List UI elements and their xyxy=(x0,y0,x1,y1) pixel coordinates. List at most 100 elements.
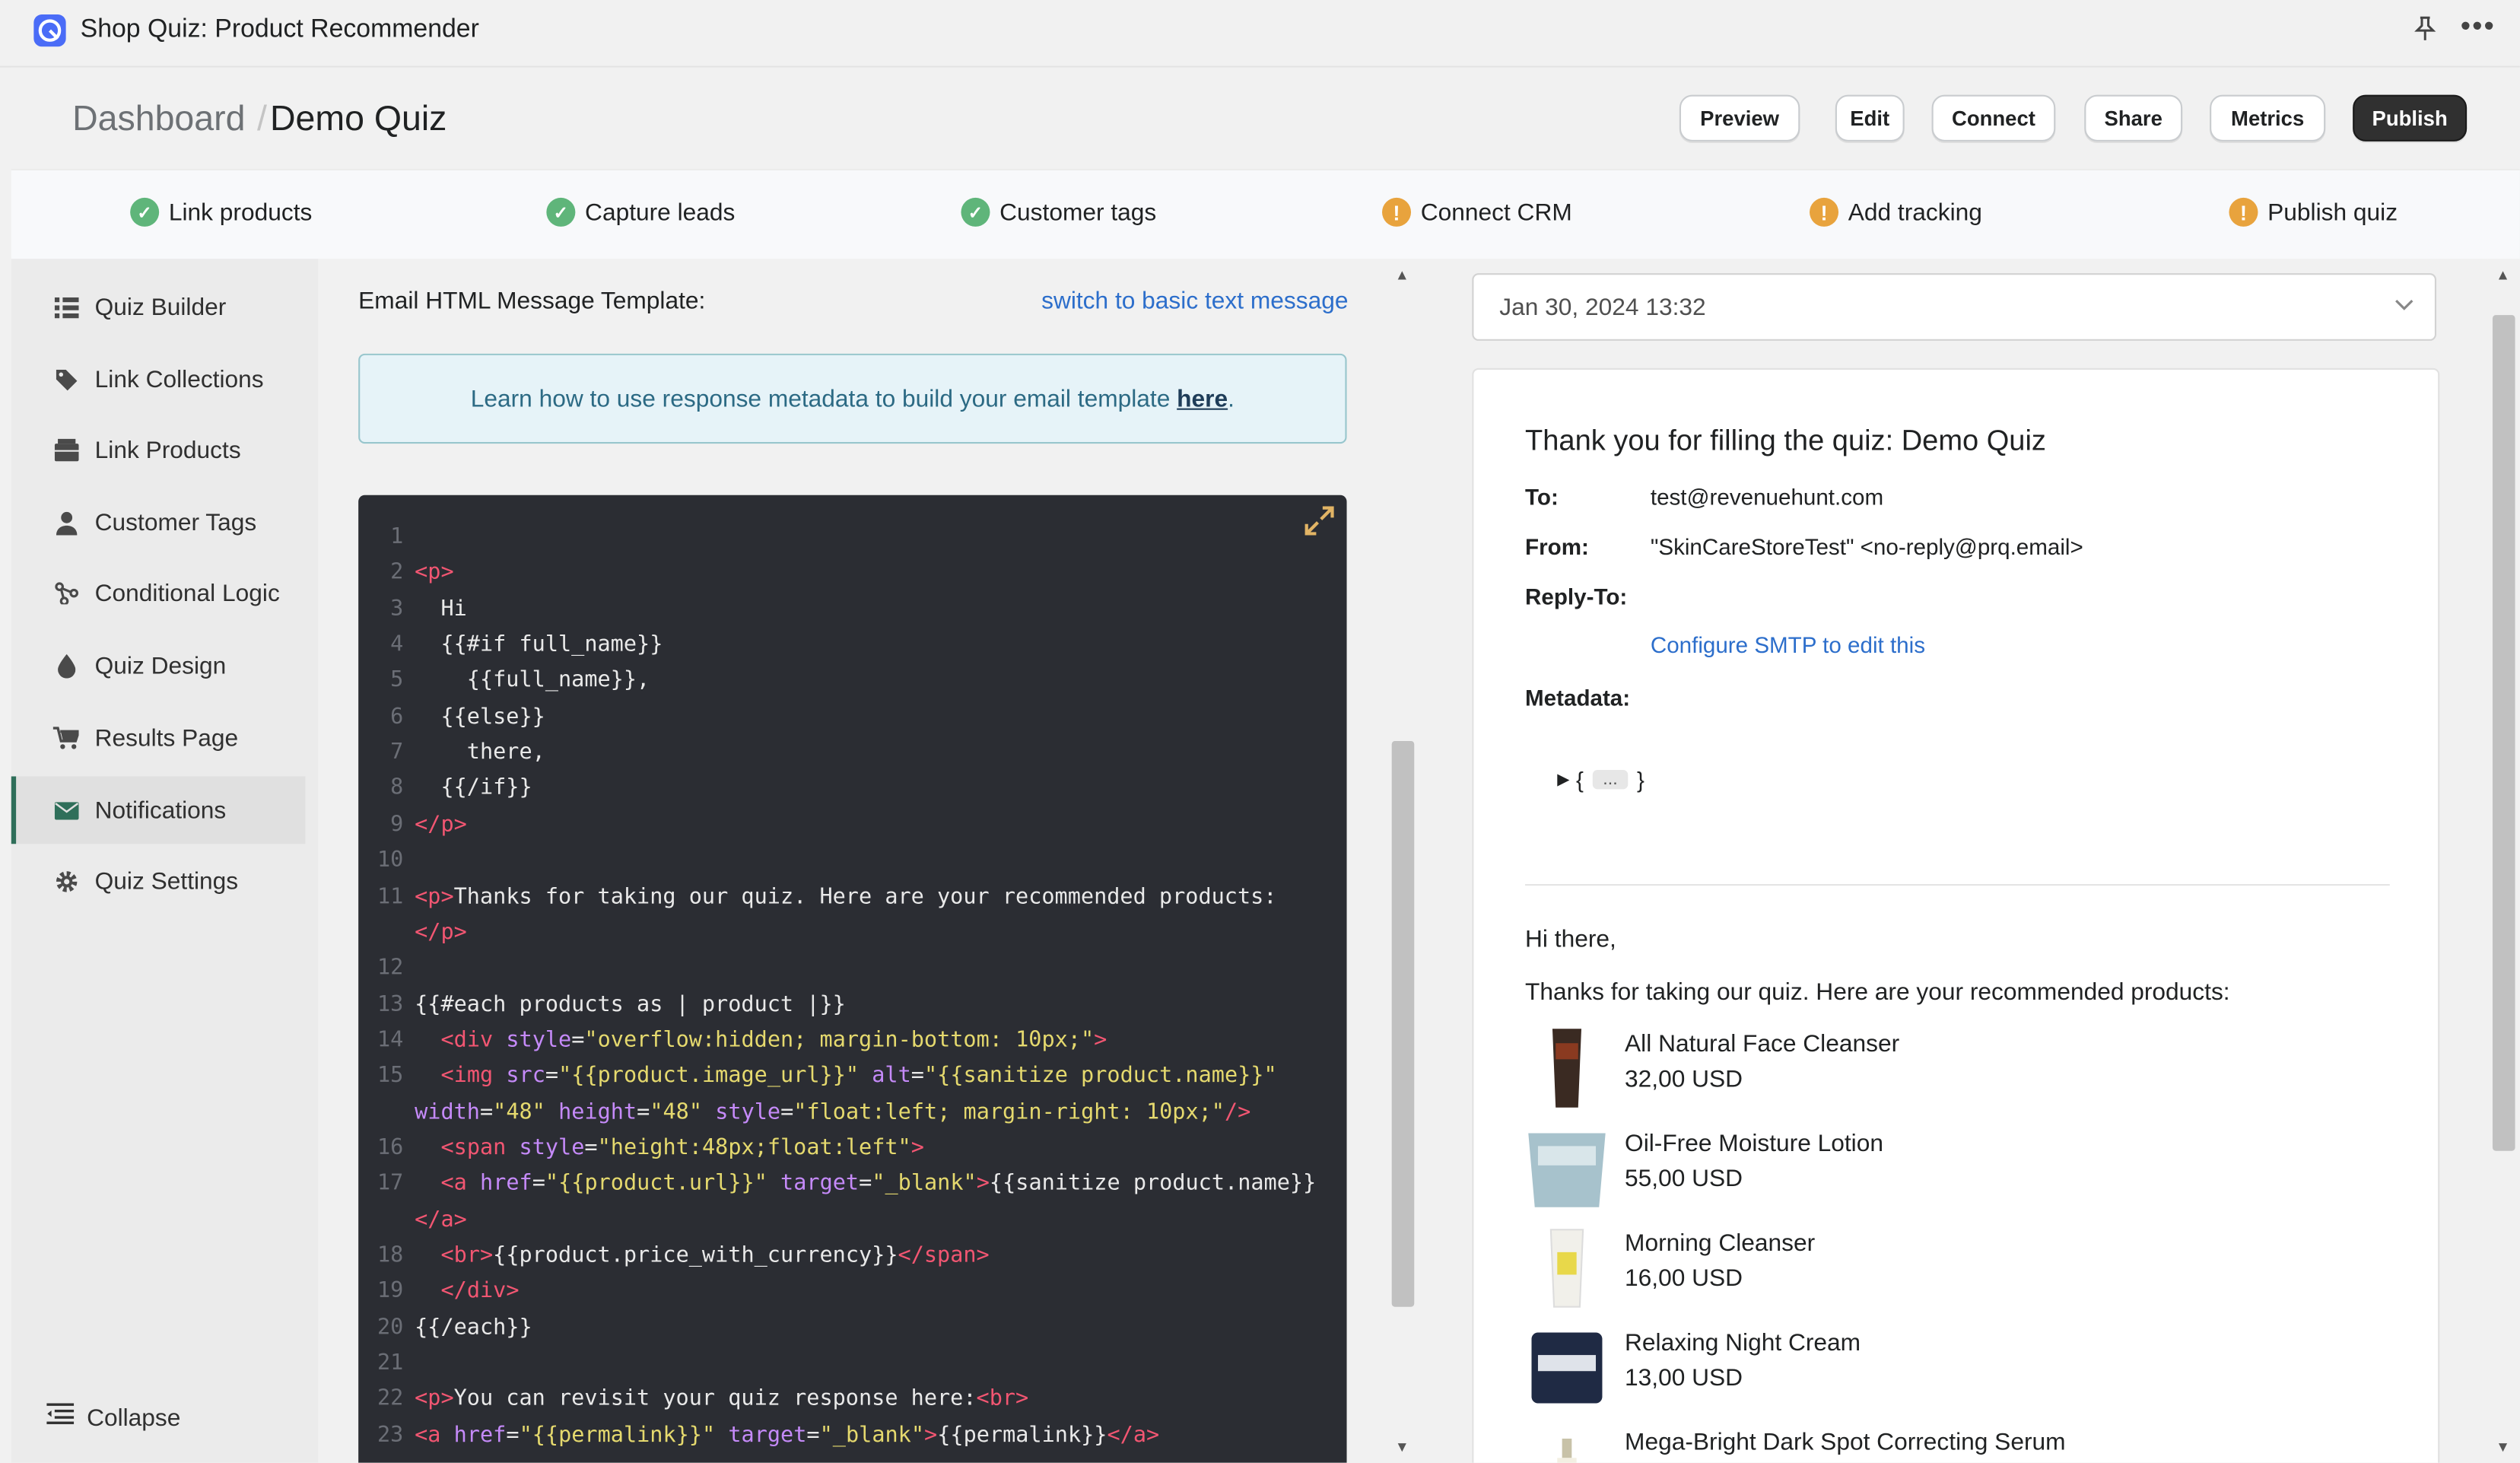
code-line: 13 {{#each products as | product |}} xyxy=(358,986,846,1021)
product-price: 55,00 USD xyxy=(1625,1165,1743,1193)
sidebar-item-label: Customer Tags xyxy=(94,508,257,536)
line-number: 10 xyxy=(377,847,404,873)
step-label: Connect CRM xyxy=(1420,198,1572,226)
sidebar-item-label: Notifications xyxy=(94,796,227,824)
banner-end: . xyxy=(1228,385,1235,412)
banner-here-link[interactable]: here xyxy=(1177,385,1228,412)
code-text: <a href="{{product.url}}" target="_blank… xyxy=(440,1170,1317,1197)
switch-to-text-link[interactable]: switch to basic text message xyxy=(1041,288,1348,315)
code-text: {{#each products as | product |}} xyxy=(415,991,846,1017)
preview-scrollbar[interactable]: ▲ ▼ xyxy=(2487,259,2520,1463)
code-text: width="48" height="48" style="float:left… xyxy=(415,1099,1251,1125)
code-text: <br>{{product.price_with_currency}}</spa… xyxy=(440,1242,990,1268)
line-number: 17 xyxy=(377,1170,404,1197)
email-subject: Thank you for filling the quiz: Demo Qui… xyxy=(1525,424,2046,457)
product-name-link[interactable]: Relaxing Night Cream xyxy=(1625,1329,1861,1356)
scroll-down-icon[interactable]: ▼ xyxy=(1395,1439,1409,1455)
page-title: Demo Quiz xyxy=(269,97,447,138)
product-name-link[interactable]: Mega-Bright Dark Spot Correcting Serum xyxy=(1625,1429,2066,1456)
code-line: 22 <p>You can revisit your quiz response … xyxy=(358,1382,1028,1417)
warning-circle-icon: ! xyxy=(1810,197,1839,227)
sidebar-item-notifications[interactable]: Notifications xyxy=(11,776,306,844)
product-name-link[interactable]: Morning Cleanser xyxy=(1625,1229,1815,1257)
sidebar-item-quiz-builder[interactable]: Quiz Builder xyxy=(11,273,306,341)
to-value: test@revenuehunt.com xyxy=(1650,483,1884,510)
expand-triangle-icon[interactable]: ▶ xyxy=(1557,771,1569,788)
json-open-brace: { xyxy=(1576,766,1584,793)
step-capture-leads[interactable]: ✓ Capture leads xyxy=(546,197,736,227)
configure-smtp-link[interactable]: Configure SMTP to edit this xyxy=(1651,631,1925,657)
sidebar-item-results-page[interactable]: Results Page xyxy=(11,704,306,771)
sidebar-item-link-collections[interactable]: Link Collections xyxy=(11,345,306,413)
preview-button[interactable]: Preview xyxy=(1679,94,1800,142)
metadata-json-viewer[interactable]: ▶ { ... } xyxy=(1557,767,1645,793)
sidebar-item-quiz-design[interactable]: Quiz Design xyxy=(11,631,306,699)
code-text: <a href="{{permalink}}" target="_blank">… xyxy=(415,1422,1160,1449)
sidebar-item-label: Quiz Design xyxy=(94,651,227,679)
step-publish-quiz[interactable]: ! Publish quiz xyxy=(2229,197,2398,227)
reply-to-label: Reply-To: xyxy=(1525,583,1628,609)
json-collapsed-dots[interactable]: ... xyxy=(1593,770,1628,790)
line-number: 3 xyxy=(390,596,404,622)
scroll-down-icon[interactable]: ▼ xyxy=(2496,1439,2510,1455)
chevron-down-icon xyxy=(2394,294,2414,317)
product-name-link[interactable]: Oil-Free Moisture Lotion xyxy=(1625,1130,1883,1157)
code-line: 2 <p> xyxy=(358,555,454,590)
banner-text: Learn how to use response metadata to bu… xyxy=(470,385,1171,412)
sidebar-item-quiz-settings[interactable]: Quiz Settings xyxy=(11,847,306,914)
code-editor[interactable]: 1 2 <p> 3 Hi 4 {{#if full_name}} 5 {{full_nam… xyxy=(358,495,1347,1463)
list-icon xyxy=(52,296,81,318)
step-link-products[interactable]: ✓ Link products xyxy=(130,197,312,227)
expand-icon[interactable] xyxy=(1303,504,1335,543)
share-button[interactable]: Share xyxy=(2084,94,2183,142)
code-line: </p> xyxy=(358,914,467,949)
line-number: 8 xyxy=(390,775,404,802)
from-label: From: xyxy=(1525,533,1589,560)
line-number: 19 xyxy=(377,1278,404,1305)
code-line: 4 {{#if full_name}} xyxy=(358,627,663,662)
code-line: 12 xyxy=(358,950,415,985)
line-number: 9 xyxy=(390,811,404,838)
scrollbar-thumb[interactable] xyxy=(2492,315,2515,1151)
edit-button[interactable]: Edit xyxy=(1835,94,1905,142)
sidebar-item-customer-tags[interactable]: Customer Tags xyxy=(11,488,306,556)
code-text: <p>Thanks for taking our quiz. Here are … xyxy=(415,883,1277,909)
code-text: Hi xyxy=(415,596,467,622)
step-customer-tags[interactable]: ✓ Customer tags xyxy=(961,197,1156,227)
publish-button[interactable]: Publish xyxy=(2353,94,2468,142)
sidebar-item-label: Link Collections xyxy=(94,365,264,393)
code-line: </a> xyxy=(358,1202,467,1237)
metrics-button[interactable]: Metrics xyxy=(2210,94,2326,142)
step-add-tracking[interactable]: ! Add tracking xyxy=(1810,197,1982,227)
json-close-brace: } xyxy=(1637,766,1645,793)
sidebar-item-link-products[interactable]: Link Products xyxy=(11,416,306,484)
product-name-link[interactable]: All Natural Face Cleanser xyxy=(1625,1030,1899,1057)
code-text: </p> xyxy=(415,811,467,838)
scrollbar-thumb[interactable] xyxy=(1391,741,1415,1307)
sidebar-item-conditional-logic[interactable]: Conditional Logic xyxy=(11,559,306,627)
scroll-up-icon[interactable]: ▲ xyxy=(2496,267,2510,283)
envelope-icon xyxy=(52,801,81,819)
scroll-up-icon[interactable]: ▲ xyxy=(1395,267,1409,283)
step-label: Capture leads xyxy=(585,198,736,226)
email-preview-card: Thank you for filling the quiz: Demo Qui… xyxy=(1472,367,2440,1463)
step-connect-crm[interactable]: ! Connect CRM xyxy=(1382,197,1572,227)
from-value: "SkinCareStoreTest" <no-reply@prq.email> xyxy=(1650,533,2083,560)
collapse-sidebar-button[interactable]: Collapse xyxy=(46,1403,180,1432)
response-date-select[interactable]: Jan 30, 2024 13:32 xyxy=(1472,273,2437,341)
code-line: 14 <div style="overflow:hidden; margin-b… xyxy=(358,1023,1107,1057)
pin-icon[interactable] xyxy=(2414,16,2436,49)
sidebar-item-label: Quiz Builder xyxy=(94,293,227,321)
breadcrumb-dashboard[interactable]: Dashboard xyxy=(72,98,245,140)
line-number: 11 xyxy=(377,883,404,909)
product-price: 16,00 USD xyxy=(1625,1264,1743,1293)
line-number: 5 xyxy=(390,667,404,694)
box-icon xyxy=(52,438,81,462)
editor-scrollbar[interactable]: ▲ ▼ xyxy=(1387,259,1419,1463)
tag-icon xyxy=(52,367,81,392)
code-text: {{full_name}}, xyxy=(415,667,650,694)
code-text: there, xyxy=(415,739,545,765)
connect-button[interactable]: Connect xyxy=(1931,94,2056,142)
more-horizontal-icon[interactable]: ••• xyxy=(2461,10,2496,43)
sidebar-item-label: Conditional Logic xyxy=(94,579,280,607)
